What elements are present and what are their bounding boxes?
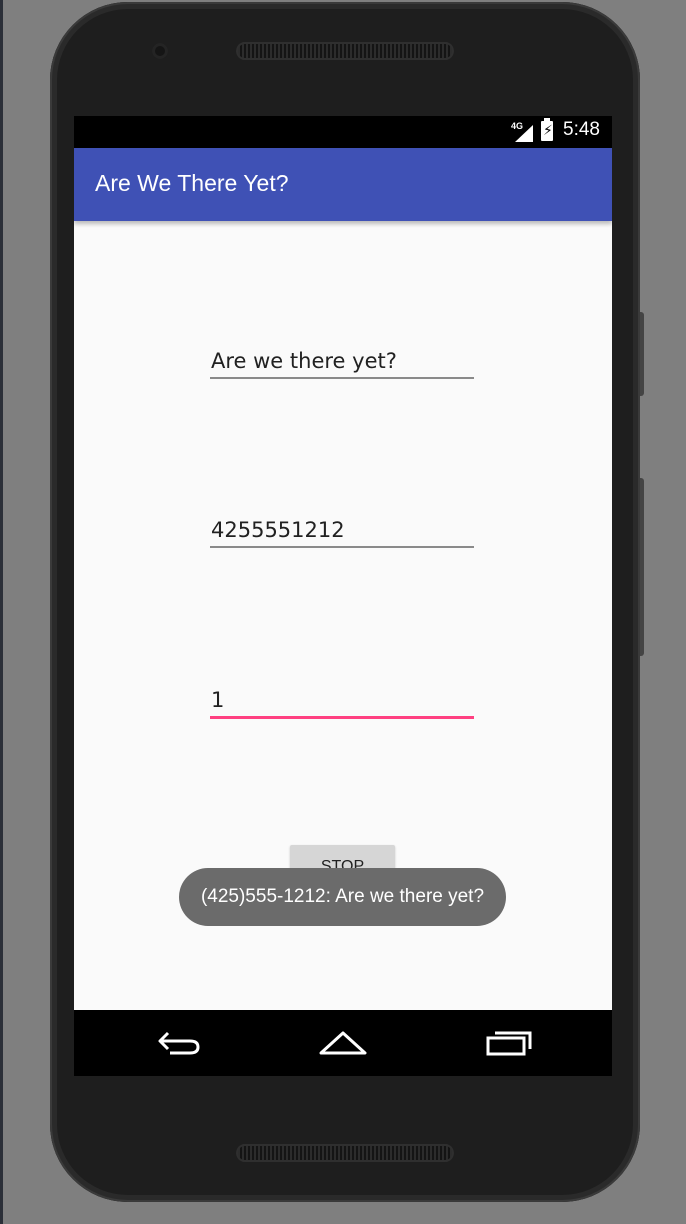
device-screen: 4G ⚡ 5:48 Are We There Yet? Are we there… <box>74 116 612 1076</box>
app-title: Are We There Yet? <box>95 170 289 196</box>
phone-number-field[interactable]: 4255551212 <box>210 510 474 548</box>
navigation-bar <box>74 1010 612 1076</box>
front-camera <box>152 43 168 59</box>
interval-value: 1 <box>211 688 225 712</box>
bottom-speaker <box>236 1144 454 1162</box>
signal-icon <box>515 125 533 142</box>
battery-icon: ⚡ <box>541 118 553 141</box>
toast-text: (425)555-1212: Are we there yet? <box>200 886 485 907</box>
phone-number-value: 4255551212 <box>211 518 345 542</box>
message-field[interactable]: Are we there yet? <box>210 341 474 379</box>
top-speaker <box>236 42 454 60</box>
message-value: Are we there yet? <box>211 349 397 373</box>
home-icon <box>319 1031 367 1055</box>
status-bar: 4G ⚡ 5:48 <box>74 116 612 148</box>
interval-field[interactable]: 1 <box>210 680 474 719</box>
app-bar: Are We There Yet? <box>74 148 612 221</box>
toast-message: (425)555-1212: Are we there yet? <box>179 868 506 926</box>
recents-button[interactable] <box>464 1010 554 1076</box>
recents-icon <box>486 1031 532 1056</box>
back-icon <box>158 1031 200 1055</box>
window-edge <box>0 0 3 1224</box>
back-button[interactable] <box>134 1010 224 1076</box>
home-button[interactable] <box>298 1010 388 1076</box>
status-time: 5:48 <box>563 119 600 140</box>
